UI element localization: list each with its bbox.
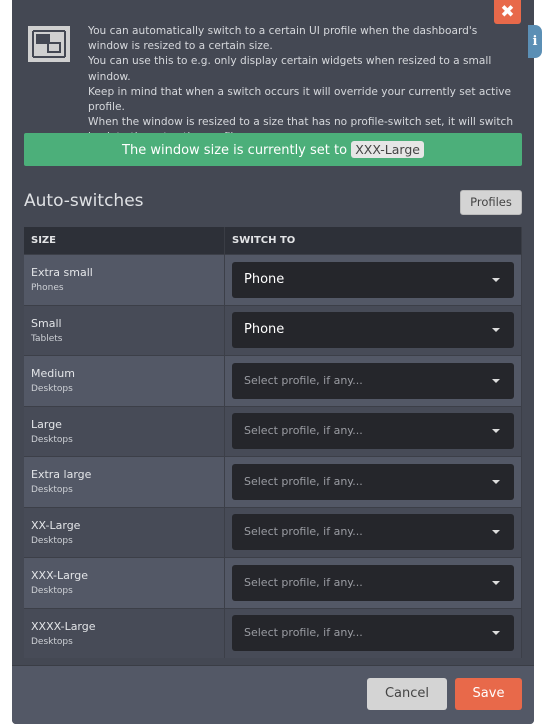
table-row: XXXX-Large Desktops Select profile, if a… <box>24 607 522 658</box>
profile-select[interactable]: Select profile, if any... <box>232 564 514 601</box>
select-placeholder: Select profile, if any... <box>244 525 363 539</box>
profile-select[interactable]: Phone <box>232 312 514 349</box>
profiles-button[interactable]: Profiles <box>460 190 522 215</box>
profile-select[interactable]: Select profile, if any... <box>232 615 514 652</box>
auto-switch-table: SIZE SWITCH TO Extra small Phones Phone … <box>24 227 522 658</box>
size-name: Small <box>31 316 62 330</box>
size-name: Extra small <box>31 266 93 280</box>
intro-text: You can automatically switch to a certai… <box>88 24 518 146</box>
column-header-size: SIZE <box>24 227 225 255</box>
switch-to-cell: Phone <box>224 254 522 305</box>
size-cell: XX-Large Desktops <box>24 506 225 558</box>
select-value: Phone <box>244 271 285 287</box>
chevron-down-icon <box>492 580 500 585</box>
profile-select[interactable]: Select profile, if any... <box>232 413 514 450</box>
profile-select[interactable]: Select profile, if any... <box>232 514 514 551</box>
size-device: Desktops <box>31 535 73 546</box>
table-row: Extra small Phones Phone <box>24 254 522 305</box>
chevron-down-icon <box>492 530 500 535</box>
switch-to-cell: Select profile, if any... <box>224 405 522 457</box>
profile-select[interactable]: Select profile, if any... <box>232 362 514 399</box>
banner-text: The window size is currently set to <box>122 143 348 158</box>
cancel-button[interactable]: Cancel <box>367 678 447 710</box>
table-row: Large Desktops Select profile, if any... <box>24 405 522 457</box>
chevron-down-icon <box>492 378 500 383</box>
intro-line: Keep in mind that when a switch occurs i… <box>88 85 512 114</box>
chevron-down-icon <box>492 277 500 282</box>
size-cell: Medium Desktops <box>24 355 225 406</box>
profile-select[interactable]: Phone <box>232 261 514 298</box>
info-tab[interactable]: i <box>528 25 542 58</box>
size-cell: Extra large Desktops <box>24 456 225 507</box>
modal-footer: Cancel Save <box>12 665 534 724</box>
table-row: Small Tablets Phone <box>24 304 522 356</box>
size-cell: Small Tablets <box>24 304 225 356</box>
select-placeholder: Select profile, if any... <box>244 575 363 589</box>
size-name: XXXX-Large <box>31 619 96 633</box>
size-device: Phones <box>31 283 64 294</box>
chevron-down-icon <box>492 479 500 484</box>
switch-to-cell: Select profile, if any... <box>224 456 522 507</box>
size-name: XXX-Large <box>31 569 88 583</box>
size-device: Desktops <box>31 434 73 445</box>
switch-to-cell: Phone <box>224 304 522 356</box>
switch-to-cell: Select profile, if any... <box>224 355 522 406</box>
size-name: Large <box>31 417 62 431</box>
size-name: XX-Large <box>31 518 81 532</box>
section-title: Auto-switches <box>24 191 144 211</box>
select-value: Phone <box>244 322 285 338</box>
table-row: XX-Large Desktops Select profile, if any… <box>24 506 522 558</box>
chevron-down-icon <box>492 429 500 434</box>
chevron-down-icon <box>492 631 500 636</box>
size-device: Desktops <box>31 384 73 395</box>
size-cell: Large Desktops <box>24 405 225 457</box>
switch-to-cell: Select profile, if any... <box>224 557 522 608</box>
switch-to-cell: Select profile, if any... <box>224 506 522 558</box>
switch-to-cell: Select profile, if any... <box>224 607 522 658</box>
column-header-switch-to: SWITCH TO <box>224 227 522 255</box>
close-icon: ✖ <box>500 2 515 22</box>
chevron-down-icon <box>492 328 500 333</box>
current-size-badge: XXX-Large <box>351 141 424 158</box>
size-cell: Extra small Phones <box>24 254 225 305</box>
size-cell: XXXX-Large Desktops <box>24 607 225 658</box>
size-name: Medium <box>31 367 75 381</box>
select-placeholder: Select profile, if any... <box>244 424 363 438</box>
intro-line: You can automatically switch to a certai… <box>88 25 478 53</box>
save-button[interactable]: Save <box>455 678 522 710</box>
size-device: Desktops <box>31 636 73 647</box>
profile-select[interactable]: Select profile, if any... <box>232 463 514 500</box>
info-icon: i <box>532 34 538 49</box>
window-size-banner: The window size is currently set to XXX-… <box>24 133 522 166</box>
table-row: Extra large Desktops Select profile, if … <box>24 456 522 507</box>
select-placeholder: Select profile, if any... <box>244 373 363 387</box>
size-cell: XXX-Large Desktops <box>24 557 225 608</box>
resize-icon <box>28 26 70 62</box>
size-device: Desktops <box>31 485 73 496</box>
size-device: Desktops <box>31 586 73 597</box>
intro-line: You can use this to e.g. only display ce… <box>88 55 492 83</box>
auto-switch-modal: ✖ You can automatically switch to a cert… <box>12 0 534 724</box>
size-device: Tablets <box>31 333 63 344</box>
close-button[interactable]: ✖ <box>494 0 521 24</box>
select-placeholder: Select profile, if any... <box>244 626 363 640</box>
table-row: Medium Desktops Select profile, if any..… <box>24 355 522 406</box>
select-placeholder: Select profile, if any... <box>244 474 363 488</box>
table-row: XXX-Large Desktops Select profile, if an… <box>24 557 522 608</box>
size-name: Extra large <box>31 468 92 482</box>
